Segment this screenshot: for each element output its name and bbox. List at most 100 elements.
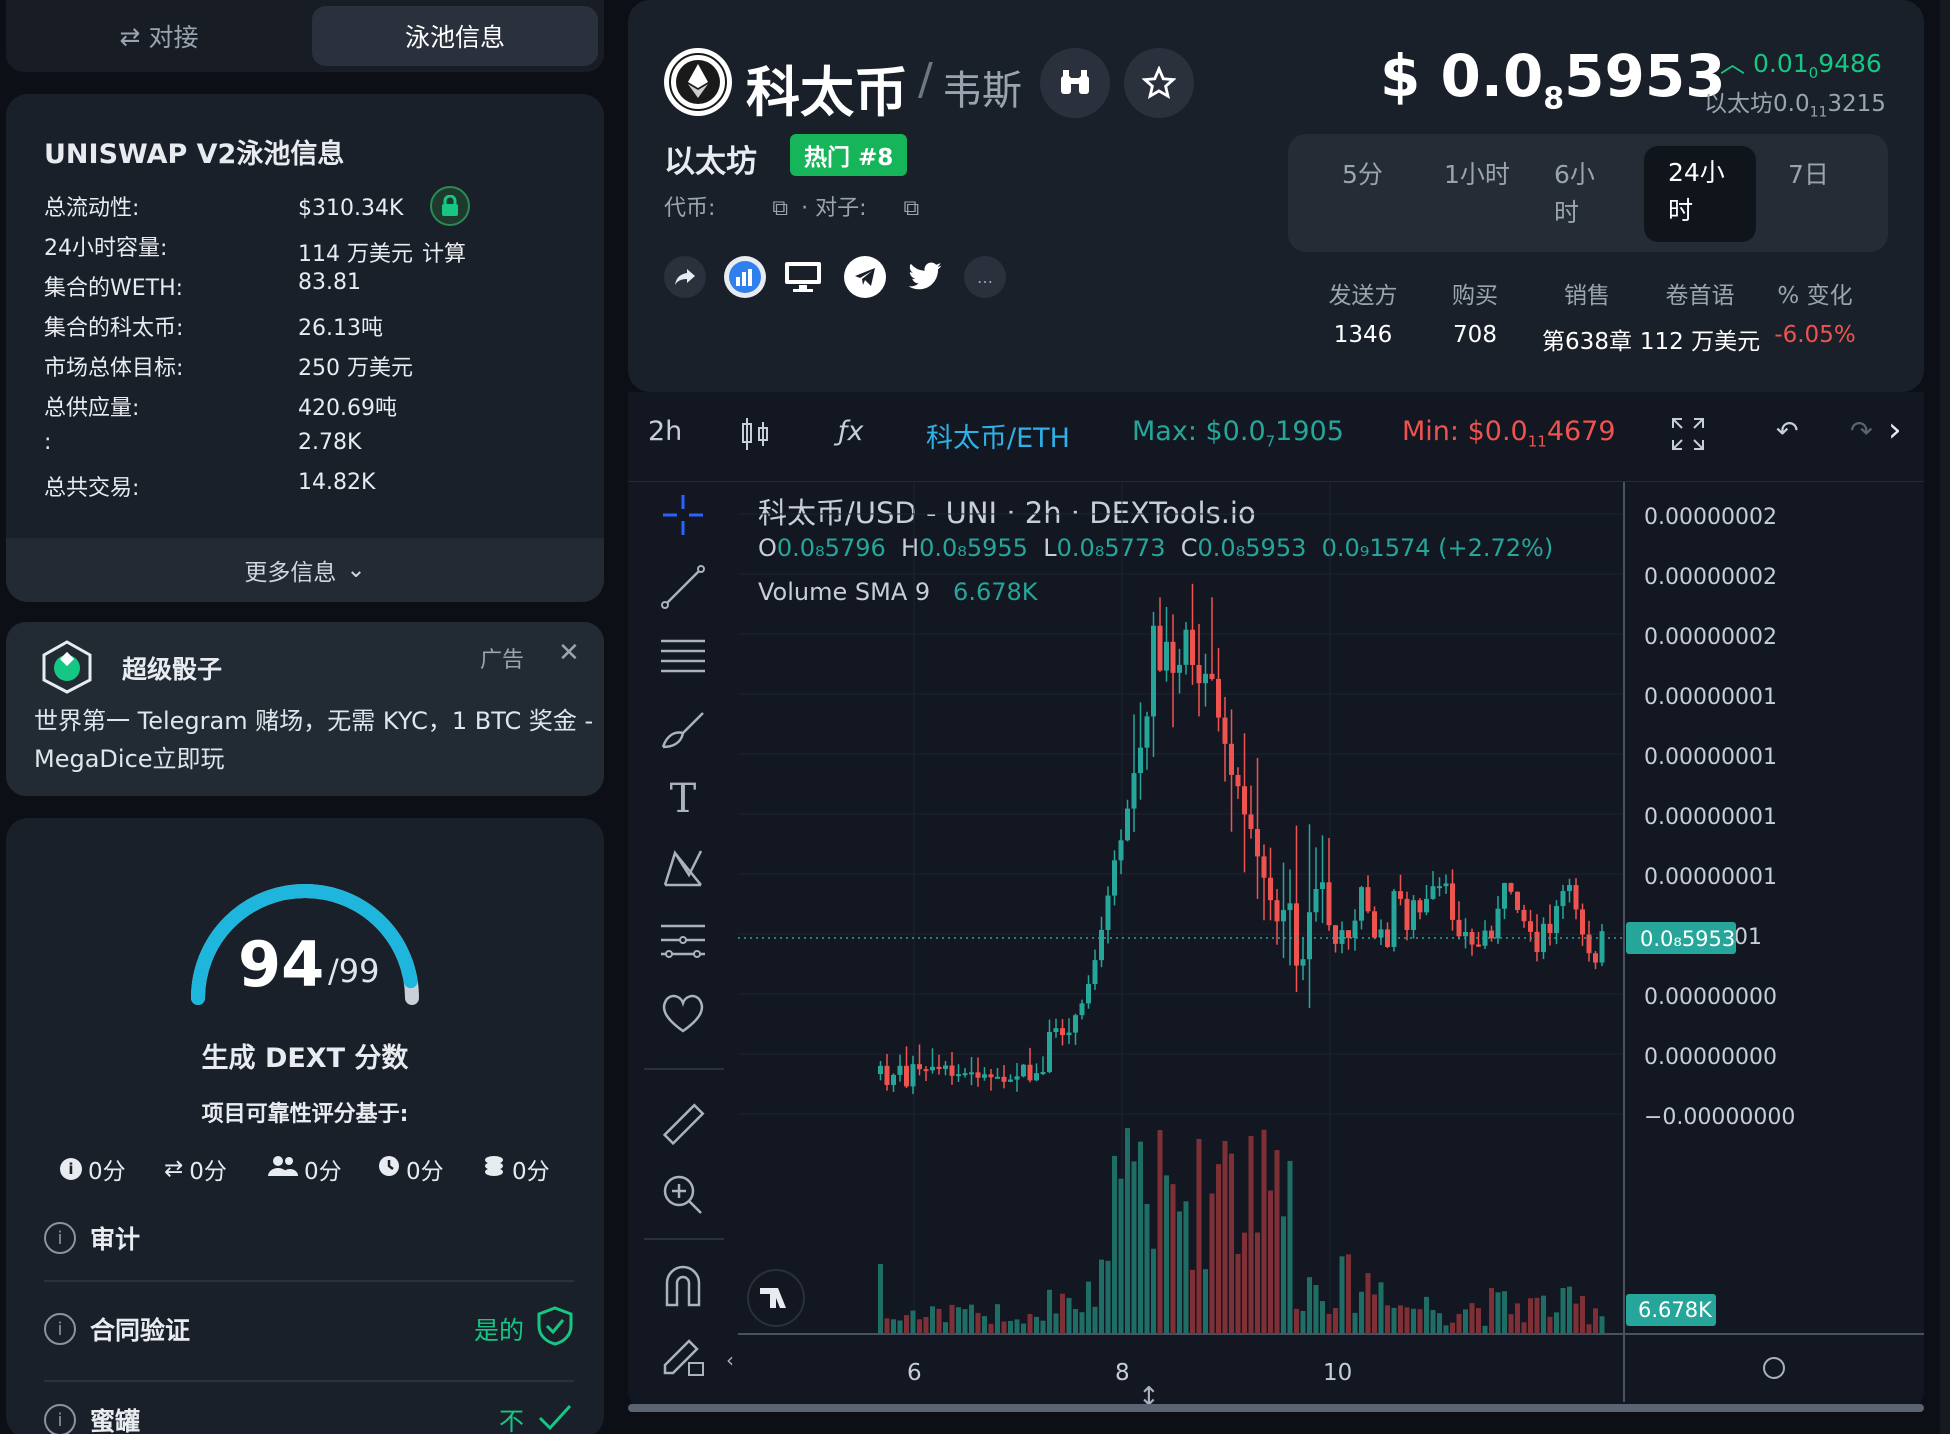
undo-icon[interactable]: ↶ [1776,416,1799,447]
pair-toggle[interactable]: 科太币/ETH [926,416,1070,455]
ad-text: 世界第一 Telegram 赌场，无需 KYC，1 BTC 奖金 - MegaD… [34,707,594,773]
candle-body [1105,895,1111,930]
collapse-toolbar-icon[interactable]: ‹ [726,1348,734,1372]
crosshair-icon[interactable] [656,488,710,542]
tab-7d[interactable]: 7日 [1788,156,1829,194]
ruler-icon[interactable] [656,1098,710,1152]
more-info-button[interactable]: 更多信息 ⌄ [6,538,604,602]
tab-6h[interactable]: 6小时 [1554,156,1600,232]
subscore-info[interactable]: i 0分 [60,1152,126,1186]
pool-info-panel: UNISWAP V2泳池信息 总流动性: $310.34K 24小时容量: 11… [6,94,604,602]
magnet-icon[interactable] [656,1258,710,1312]
tab-swap[interactable]: ⇄ 对接 [14,6,304,66]
check-honeypot[interactable]: i 蜜罐 不 [44,1402,574,1434]
volume-bar [1242,1232,1247,1334]
volume-bar [1307,1277,1312,1334]
pool-label: : [44,430,52,455]
close-icon[interactable]: ✕ [558,638,580,668]
pool-label: 总流动性: [44,196,140,221]
brush-icon[interactable] [656,702,710,756]
ad-card[interactable]: 超级骰子 广告 ✕ 世界第一 Telegram 赌场，无需 KYC，1 BTC … [6,622,604,796]
share-icon[interactable] [664,256,706,298]
candle-body [1352,920,1358,938]
calculate-link[interactable]: 计算 [422,236,466,268]
text-tool-icon[interactable]: T [656,772,710,826]
candle-body [904,1065,909,1087]
candles-icon[interactable] [740,416,770,459]
volume-bar [917,1319,922,1334]
volume-bar [1040,1320,1046,1334]
volume-bar [1476,1308,1481,1334]
volume-bar [1125,1128,1130,1334]
volume-bar [949,1304,955,1334]
subscore-transactions[interactable]: ⇄ 0分 [164,1152,227,1186]
subscore-liquidity[interactable]: 0分 [482,1152,550,1186]
volume-bar [1528,1298,1533,1334]
tab-pool-info[interactable]: 泳池信息 [312,6,598,66]
lock-icon[interactable] [430,186,470,226]
y-tick-label: 0.00000001 [1644,865,1777,890]
candle-body [1333,925,1338,944]
favorite-button[interactable] [1124,48,1194,118]
candle-body [1008,1079,1013,1082]
subscore-age[interactable]: 0分 [378,1152,444,1186]
y-tick-label: 0.00000000 [1644,1045,1777,1070]
fullscreen-icon[interactable] [1670,416,1706,459]
chart-site-icon[interactable] [724,256,766,298]
volume-bar [1294,1308,1299,1334]
copy-token-icon[interactable]: ⧉ [772,196,788,221]
candle-body [1528,921,1533,932]
pattern-icon[interactable] [656,842,710,896]
volume-bar [1489,1288,1494,1334]
hot-badge[interactable]: 热门 #8 [790,134,908,176]
candle-body [949,1065,955,1076]
lock-drawings-icon[interactable] [656,1328,710,1382]
telegram-icon[interactable] [844,256,886,298]
candlestick-plot[interactable]: 0.00000002 0.00000002 0.00000002 0.00000001… [738,482,1924,1402]
y-tick-label: −0.00000000 [1644,1105,1795,1130]
indicators-icon[interactable]: ƒx [838,416,863,447]
heart-icon[interactable] [656,986,710,1040]
chart-scrollbar[interactable] [628,1404,1924,1412]
subscore-holders[interactable]: 0分 [268,1152,342,1186]
check-contract-verified[interactable]: i 合同验证 是的 [44,1306,574,1352]
x-tick-label: 8 [1115,1360,1130,1386]
chevron-right-icon[interactable]: › [1888,410,1902,450]
x-tick-label: 6 [907,1360,922,1386]
tab-5m[interactable]: 5分 [1342,156,1383,194]
copy-pair-icon[interactable]: ⧉ [904,196,920,221]
tab-1h[interactable]: 1小时 [1444,156,1510,194]
binoculars-button[interactable] [1040,48,1110,118]
volume-bar [1385,1305,1390,1334]
page-scrollbar[interactable] [1940,0,1950,1434]
candle-body [1365,887,1371,912]
interval-button[interactable]: 2h [648,416,682,447]
candle-body [1463,932,1468,937]
volume-bar [1456,1313,1462,1334]
stat-volume: 卷首语 112 万美元 [1639,283,1761,355]
redo-icon[interactable]: ↷ [1850,416,1873,447]
volume-bar [1255,1232,1260,1334]
candle-body [1125,808,1130,841]
twitter-icon[interactable] [904,256,946,298]
stat-makers: 发送方 1346 [1328,283,1398,348]
website-icon[interactable] [782,256,824,298]
volume-bar [884,1318,890,1334]
candle-body [1001,1076,1007,1082]
volume-bar [1222,1140,1228,1334]
tab-24h[interactable]: 24小时 [1644,146,1756,242]
more-links-icon[interactable]: … [964,256,1006,298]
volume-bar [1034,1316,1039,1334]
fib-retracement-icon[interactable] [656,630,710,684]
zoom-in-icon[interactable] [656,1168,710,1222]
swap-icon: ⇄ [164,1156,184,1182]
trend-line-icon[interactable] [656,560,710,614]
volume-bar [1521,1322,1527,1334]
pool-label: 集合的WETH: [44,276,184,301]
volume-bar [1352,1312,1358,1334]
candle-body [1456,919,1462,937]
check-audit[interactable]: i 审计 [44,1220,574,1256]
volume-bar [1060,1293,1065,1334]
coin-logo-icon [669,53,727,111]
forecast-icon[interactable] [656,914,710,968]
